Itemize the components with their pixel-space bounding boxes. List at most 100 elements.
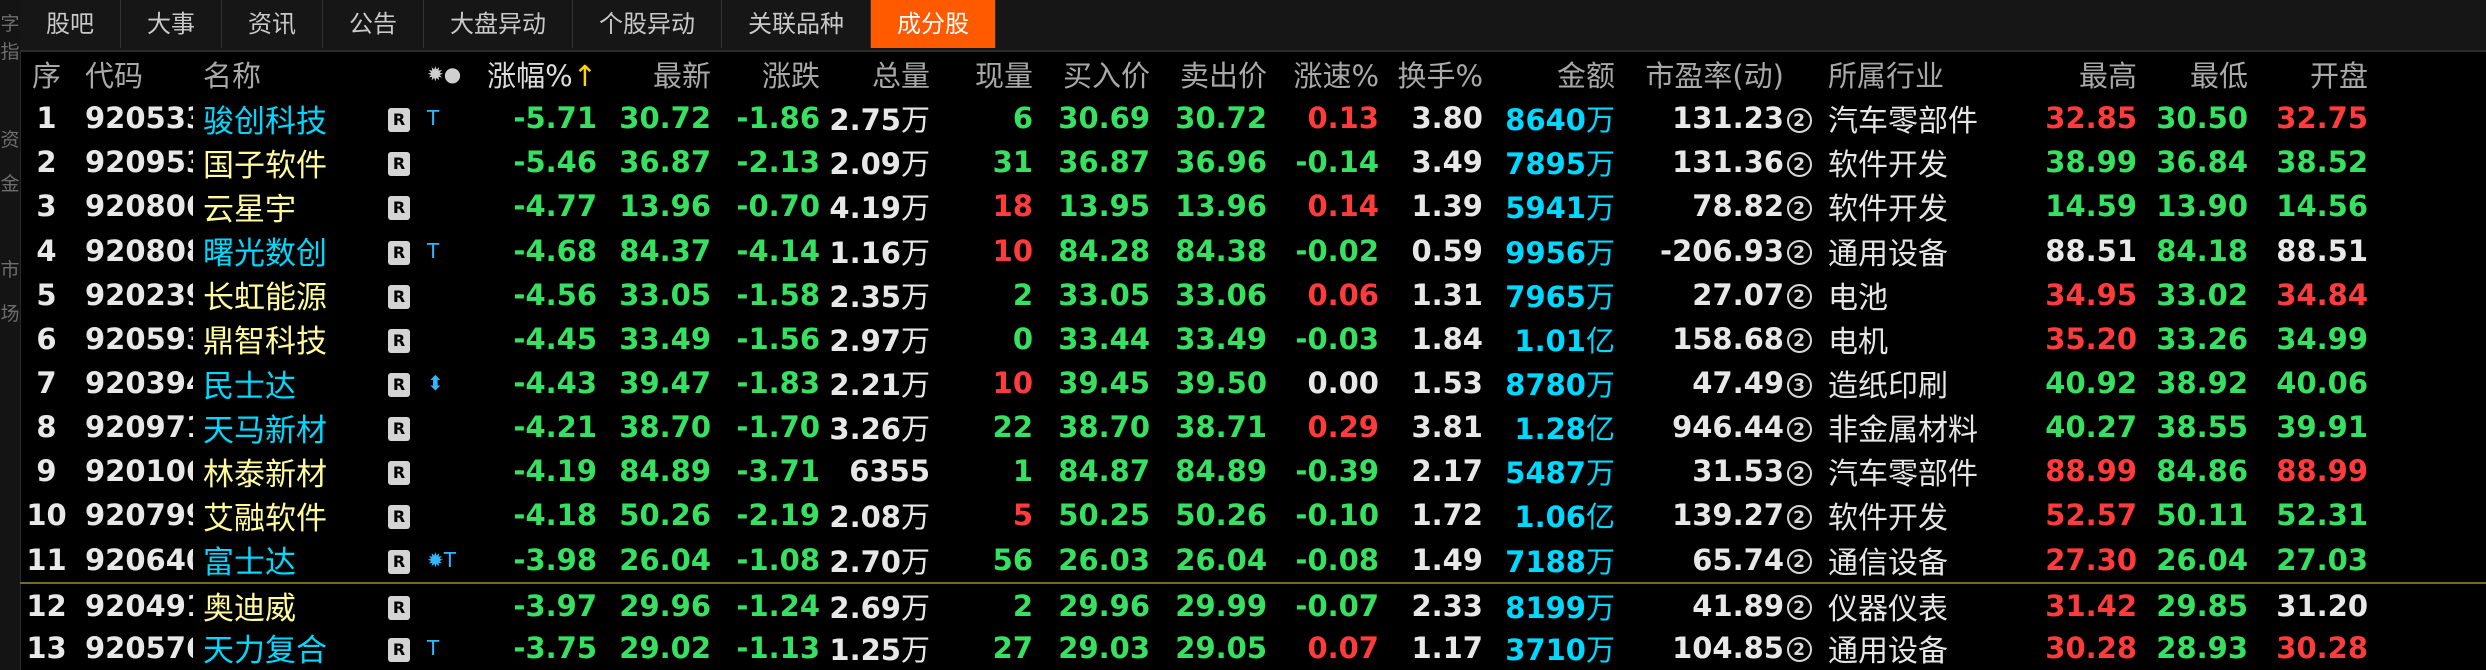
header-change[interactable]: 涨跌 (711, 53, 820, 95)
row-code[interactable]: 920394 (73, 366, 193, 400)
stock-name[interactable]: 骏创科技 (193, 96, 388, 141)
change-speed: 0.07 (1307, 630, 1379, 665)
tab-guba[interactable]: 股吧 (20, 0, 121, 48)
stock-name[interactable]: 曙光数创 (193, 228, 388, 273)
header-last[interactable]: 最新 (597, 53, 711, 95)
tab-related[interactable]: 关联品种 (722, 0, 871, 48)
header-seq[interactable]: 序 (20, 53, 73, 95)
open-price: 39.91 (2276, 410, 2368, 445)
header-bid[interactable]: 买入价 (1033, 53, 1150, 95)
header-speed[interactable]: 涨速% (1267, 53, 1379, 95)
stock-name[interactable]: 天马新材 (193, 405, 388, 450)
pe-rank: 2 (1784, 101, 1814, 135)
header-change-pct[interactable]: 涨幅%↑ (483, 53, 597, 95)
table-row[interactable]: 6920593鼎智科技R-4.4533.49-1.562.97万033.4433… (20, 317, 2486, 361)
header-low[interactable]: 最低 (2137, 53, 2248, 95)
stock-name[interactable]: 林泰新材 (193, 449, 388, 494)
trade-amount-unit: 万 (1585, 632, 1615, 667)
table-row[interactable]: 11920640富士达R✹T-3.9826.04-1.082.70万5626.0… (20, 538, 2486, 582)
header-current-volume[interactable]: 现量 (930, 53, 1033, 95)
stock-name[interactable]: 奥迪威 (193, 583, 388, 628)
table-row[interactable]: 10920799艾融软件R-4.1850.26-2.192.08万550.255… (20, 493, 2486, 537)
change-speed: 0.00 (1307, 366, 1379, 400)
current-volume: 31 (992, 145, 1033, 180)
last-price: 84.37 (619, 233, 711, 268)
stock-name[interactable]: 鼎智科技 (193, 316, 388, 361)
tab-major-events[interactable]: 大事 (121, 0, 222, 48)
row-code[interactable]: 920239 (73, 278, 193, 312)
header-high[interactable]: 最高 (1994, 53, 2137, 95)
sidebar-glyph[interactable]: 金 (0, 172, 20, 196)
header-code[interactable]: 代码 (73, 53, 193, 95)
sidebar-glyph[interactable]: 字 (0, 12, 20, 36)
header-pe[interactable]: 市盈率(动) (1615, 53, 1784, 95)
stock-name[interactable]: 富士达 (193, 537, 388, 582)
table-row[interactable]: 3920806云星宇R-4.7713.96-0.704.19万1813.9513… (20, 184, 2486, 228)
total-volume-value: 2.08 (829, 500, 901, 535)
header-ask[interactable]: 卖出价 (1150, 53, 1267, 95)
open-price: 34.84 (2276, 277, 2368, 312)
total-volume-value: 2.97 (829, 323, 901, 358)
table-row[interactable]: 2920953国子软件R-5.4636.87-2.132.09万3136.873… (20, 140, 2486, 184)
stock-name[interactable]: 天力复合 (193, 625, 388, 670)
sidebar-glyph[interactable]: 市 (0, 258, 20, 282)
row-code[interactable]: 920491 (73, 589, 193, 623)
tab-market-alerts[interactable]: 大盘异动 (424, 0, 573, 48)
table-row[interactable]: 4920808曙光数创RT-4.6884.37-4.141.16万1084.28… (20, 229, 2486, 273)
stock-name[interactable]: 国子软件 (193, 140, 388, 185)
row-code[interactable]: 920106 (73, 454, 193, 488)
table-row[interactable]: 12920491奥迪威R-3.9729.96-1.242.69万229.9629… (20, 581, 2486, 628)
row-code[interactable]: 920593 (73, 322, 193, 356)
row-code[interactable]: 920576 (73, 631, 193, 665)
header-volume[interactable]: 总量 (820, 53, 930, 95)
row-code[interactable]: 920808 (73, 234, 193, 268)
row-code[interactable]: 920953 (73, 145, 193, 179)
stock-name[interactable]: 长虹能源 (193, 272, 388, 317)
tab-announcements[interactable]: 公告 (323, 0, 424, 48)
r-badge: R (388, 454, 423, 488)
tab-constituents[interactable]: 成分股 (871, 0, 996, 48)
bid-price: 33.05 (1058, 277, 1150, 312)
header-amount[interactable]: 金额 (1483, 53, 1615, 95)
tab-stock-alerts[interactable]: 个股异动 (573, 0, 722, 48)
row-code[interactable]: 920799 (73, 498, 193, 532)
header-turnover[interactable]: 换手% (1379, 53, 1483, 95)
left-sidebar: 字 指 资 金 市 场 (0, 0, 21, 670)
header-open[interactable]: 开盘 (2248, 53, 2368, 95)
change-pct: -3.97 (513, 588, 597, 623)
table-row[interactable]: 5920239长虹能源R-4.5633.05-1.582.35万233.0533… (20, 273, 2486, 317)
open-price: 40.06 (2276, 366, 2368, 400)
last-price: 38.70 (619, 410, 711, 445)
stock-name[interactable]: 艾融软件 (193, 493, 388, 538)
row-code[interactable]: 920971 (73, 410, 193, 444)
row-code[interactable]: 920533 (73, 101, 193, 135)
table-row[interactable]: 9 920106林泰新材R -4.19 84.89 -3.71 6355 1 84.87 84.… (20, 449, 2486, 493)
trade-amount-unit: 万 (1585, 147, 1615, 182)
sidebar-glyph[interactable]: 场 (0, 302, 20, 326)
sidebar-glyph[interactable]: 指 (0, 40, 20, 64)
stock-name[interactable]: 云星宇 (193, 184, 388, 229)
day-low: 33.02 (2156, 277, 2248, 312)
tab-news[interactable]: 资讯 (222, 0, 323, 48)
day-low: 28.93 (2156, 630, 2248, 665)
total-volume-value: 2.69 (829, 590, 901, 625)
sidebar-glyph[interactable]: 资 (0, 128, 20, 152)
row-flag: ⬍ (427, 371, 444, 395)
header-flags[interactable]: ✹● (423, 62, 483, 86)
table-row[interactable]: 13920576天力复合RT-3.7529.02-1.131.25万2729.0… (20, 626, 2486, 670)
table-row[interactable]: 7920394民士达R⬍-4.4339.47-1.832.21万1039.453… (20, 361, 2486, 405)
header-name[interactable]: 名称 (193, 53, 388, 95)
pe-ratio: 65.74 (1692, 542, 1784, 577)
margin-trading-icon: R (388, 108, 410, 132)
row-code[interactable]: 920640 (73, 543, 193, 577)
table-row[interactable]: 1920533骏创科技RT-5.7130.72-1.862.75万630.693… (20, 96, 2486, 140)
day-low: 38.55 (2156, 410, 2248, 445)
total-volume-unit: 万 (900, 191, 930, 226)
row-code[interactable]: 920806 (73, 189, 193, 223)
margin-trading-icon: R (388, 152, 410, 177)
table-row[interactable]: 8920971天马新材R-4.2138.70-1.703.26万2238.703… (20, 405, 2486, 449)
day-low: 36.84 (2156, 145, 2248, 180)
header-industry[interactable]: 所属行业 (1814, 53, 1994, 95)
stock-name[interactable]: 民士达 (193, 361, 388, 406)
total-volume: 2.35万 (820, 274, 930, 316)
